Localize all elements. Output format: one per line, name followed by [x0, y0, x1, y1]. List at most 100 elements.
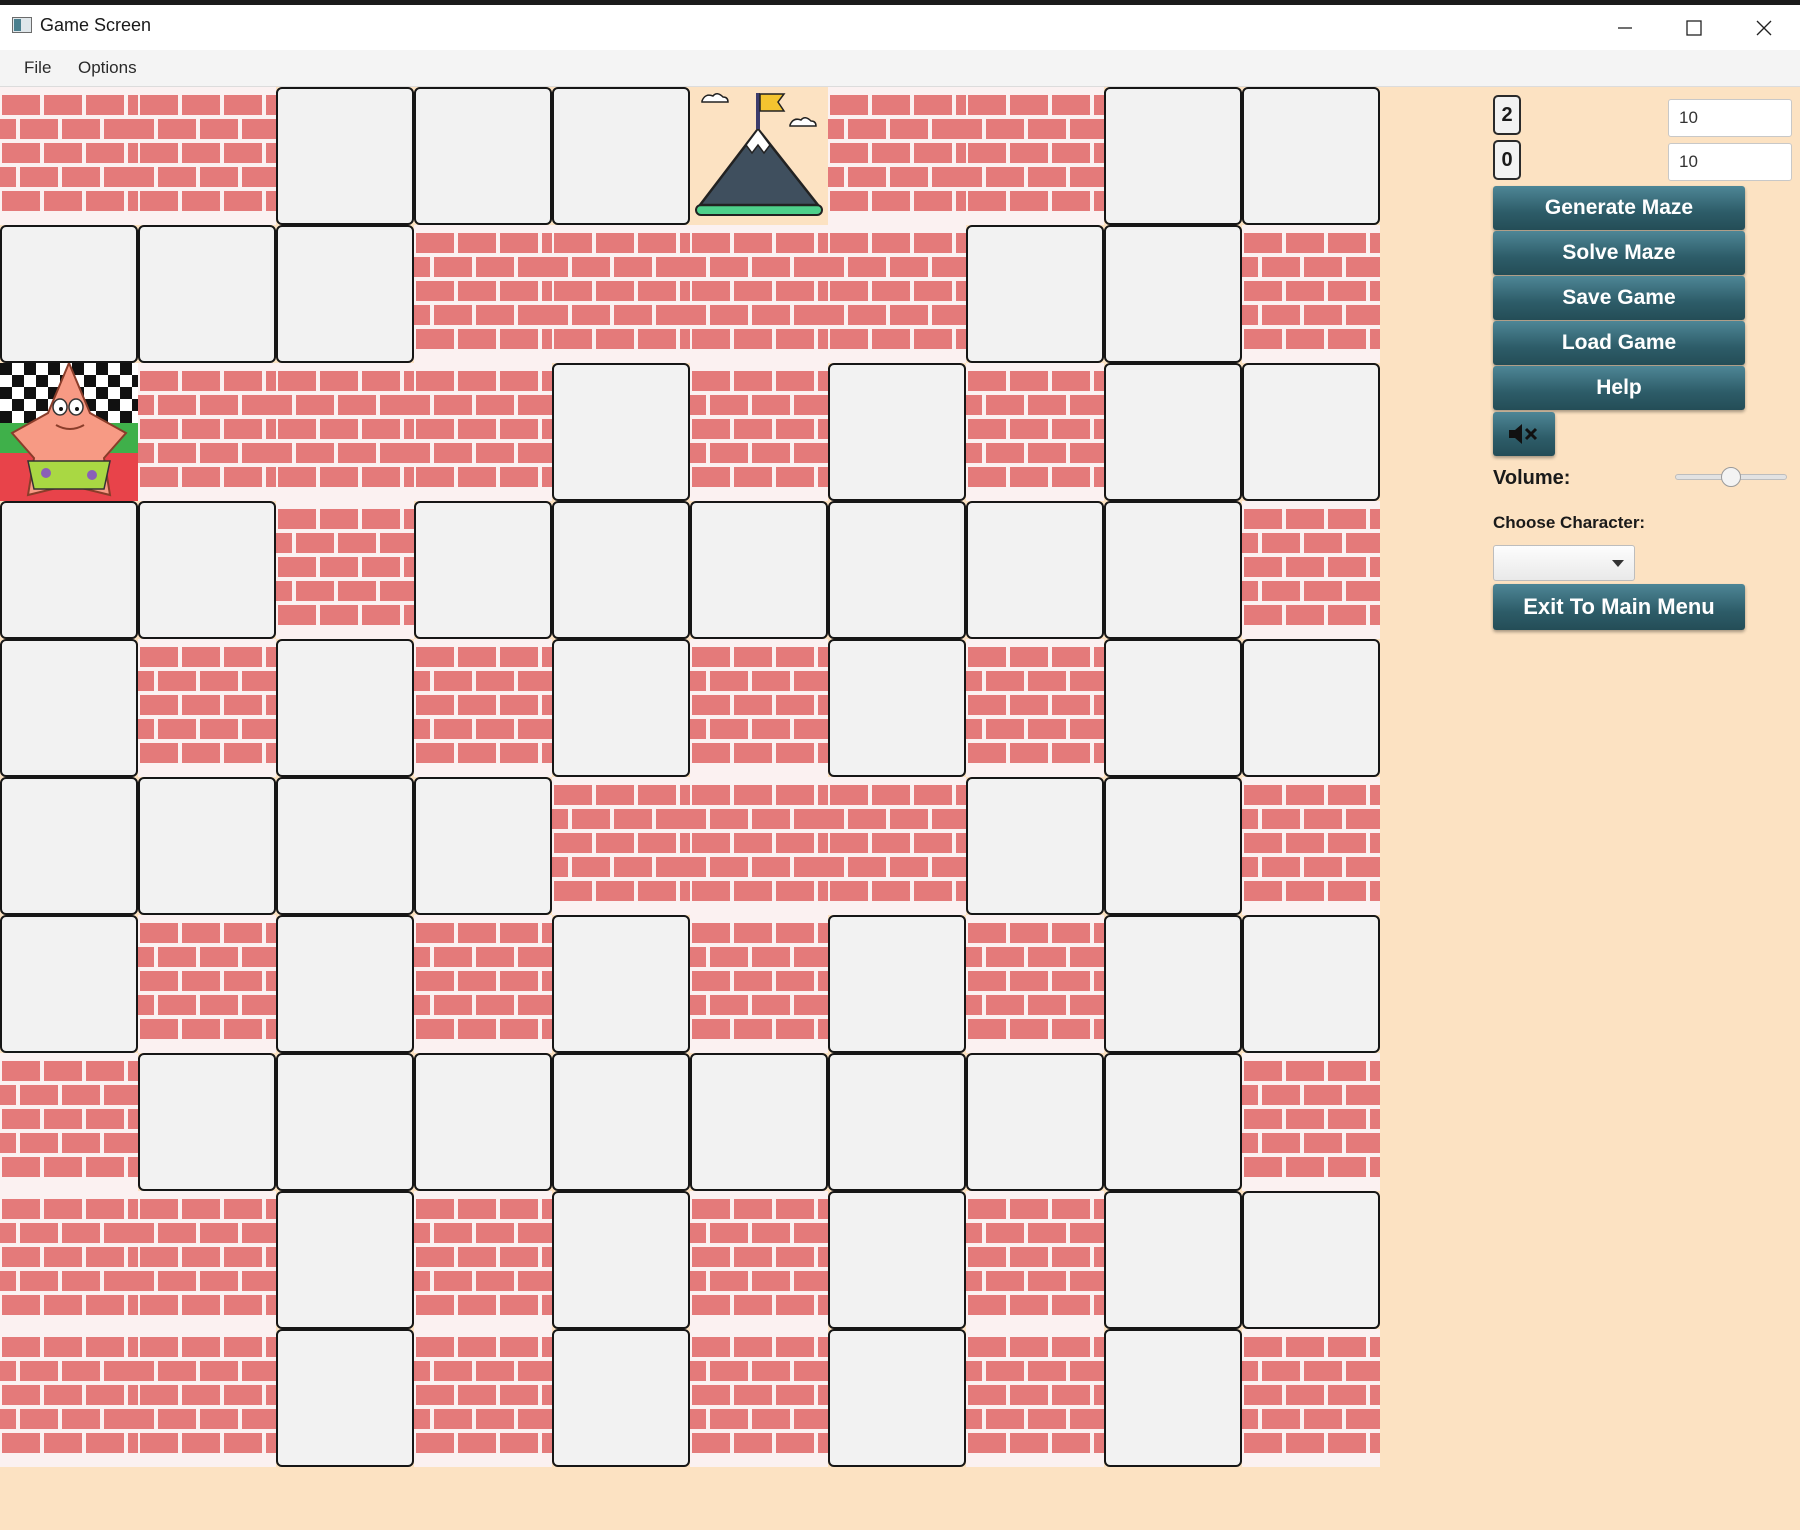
maze-cell-path: [552, 1053, 690, 1191]
maze-cell-path: [138, 777, 276, 915]
choose-character-label: Choose Character:: [1493, 513, 1646, 532]
maze-cell-path: [1104, 501, 1242, 639]
maze-cell-wall: [966, 639, 1104, 777]
mute-button[interactable]: [1493, 412, 1555, 456]
maze-cell-path: [828, 639, 966, 777]
volume-slider-thumb[interactable]: [1721, 467, 1741, 487]
patrick-character-icon: [0, 363, 138, 501]
maze-cell-path: [828, 1053, 966, 1191]
maze-cell-path: [1242, 87, 1380, 225]
maze-cell-path: [138, 501, 276, 639]
maze-cell-path: [828, 363, 966, 501]
menu-bar: File Options: [0, 50, 1800, 87]
maze-cell-wall: [138, 1329, 276, 1467]
maximize-button[interactable]: [1661, 5, 1727, 50]
maze-cell-path: [828, 501, 966, 639]
maze-cell-wall: [0, 1191, 138, 1329]
maze-cell-path: [0, 639, 138, 777]
maze-cell-wall: [138, 915, 276, 1053]
cols-input[interactable]: [1668, 143, 1792, 181]
maze-cell-path: [0, 501, 138, 639]
close-button[interactable]: [1731, 5, 1797, 50]
mountain-flag-icon: [695, 93, 823, 216]
volume-slider[interactable]: [1675, 466, 1787, 488]
maze-cell-path: [828, 1191, 966, 1329]
maze-cell-path: [0, 915, 138, 1053]
maze-cell-wall: [138, 87, 276, 225]
maze-cell-path: [552, 639, 690, 777]
maze-cell-wall: [1242, 225, 1380, 363]
maze-cell-path: [1242, 1191, 1380, 1329]
maze-cell-path: [414, 777, 552, 915]
maze-cell-path: [276, 1329, 414, 1467]
maze-cell-path: [966, 501, 1104, 639]
maze-cell-wall: [966, 915, 1104, 1053]
maze-cell-path: [966, 1053, 1104, 1191]
maze-cell-path: [1242, 363, 1380, 501]
maze-cell-wall: [690, 363, 828, 501]
maze-cell-path: [1104, 225, 1242, 363]
maze-cell-path: [276, 1191, 414, 1329]
maze-cell-path: [828, 915, 966, 1053]
rows-input[interactable]: [1668, 99, 1792, 137]
help-button[interactable]: Help: [1493, 366, 1745, 410]
exit-to-main-menu-button[interactable]: Exit To Main Menu: [1493, 584, 1745, 630]
maze-cell-path: [414, 87, 552, 225]
menu-file[interactable]: File: [22, 58, 53, 78]
maze-cell-path: [276, 225, 414, 363]
maze-cell-wall: [138, 1191, 276, 1329]
maze-cell-wall: [552, 777, 690, 915]
minimize-button[interactable]: [1592, 5, 1658, 50]
maze-cell-wall: [138, 639, 276, 777]
maze-cell-wall: [690, 639, 828, 777]
character-select[interactable]: [1493, 545, 1635, 581]
maze-cell-path: [1104, 915, 1242, 1053]
maze-cell-goal: [690, 87, 828, 225]
title-bar: Game Screen: [0, 5, 1800, 50]
maze-cell-wall: [1242, 501, 1380, 639]
maze-cell-wall: [966, 1191, 1104, 1329]
close-icon: [1756, 20, 1772, 35]
maze-cell-wall: [828, 225, 966, 363]
save-game-button[interactable]: Save Game: [1493, 276, 1745, 320]
app-icon: [12, 17, 32, 33]
maze-cell-wall: [0, 1053, 138, 1191]
maze-cell-wall: [966, 363, 1104, 501]
maze-cell-wall: [414, 639, 552, 777]
maze-cell-path: [276, 639, 414, 777]
maze-cell-path: [1104, 363, 1242, 501]
maze-cell-path: [690, 501, 828, 639]
maze-cell-path: [966, 225, 1104, 363]
menu-options[interactable]: Options: [76, 58, 139, 78]
generate-maze-button[interactable]: Generate Maze: [1493, 186, 1745, 230]
speaker-muted-icon: [1509, 424, 1538, 444]
counter-top: 2: [1493, 95, 1521, 135]
maze-cell-wall: [414, 915, 552, 1053]
maze-cell-wall: [690, 915, 828, 1053]
maze-cell-wall: [414, 225, 552, 363]
volume-label: Volume:: [1493, 467, 1571, 489]
maze-cell-path: [552, 363, 690, 501]
maze-cell-path: [276, 777, 414, 915]
maximize-icon: [1686, 19, 1702, 36]
maze-cell-wall: [414, 363, 552, 501]
maze-cell-path: [1242, 639, 1380, 777]
maze-cell-path: [0, 777, 138, 915]
maze-cell-wall: [1242, 1053, 1380, 1191]
maze-cell-wall: [828, 777, 966, 915]
maze-board: [0, 87, 1380, 1467]
maze-cell-path: [552, 87, 690, 225]
maze-cell-wall: [690, 225, 828, 363]
maze-cell-path: [1104, 1329, 1242, 1467]
maze-cell-wall: [828, 87, 966, 225]
load-game-button[interactable]: Load Game: [1493, 321, 1745, 365]
maze-cell-path: [552, 1191, 690, 1329]
maze-cell-path: [552, 501, 690, 639]
maze-cell-path: [1104, 1053, 1242, 1191]
solve-maze-button[interactable]: Solve Maze: [1493, 231, 1745, 275]
maze-cell-path: [276, 915, 414, 1053]
maze-cell-path: [1242, 915, 1380, 1053]
maze-cell-wall: [0, 1329, 138, 1467]
maze-cell-path: [552, 915, 690, 1053]
maze-cell-wall: [966, 87, 1104, 225]
